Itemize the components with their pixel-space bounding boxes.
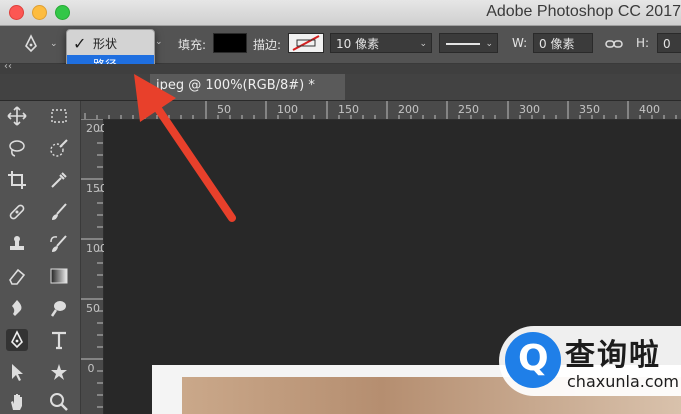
brush-tool-icon[interactable] — [48, 201, 70, 223]
ruler-label: 100 — [86, 242, 107, 255]
panel-strip: ‹‹ — [0, 61, 681, 74]
collapse-panels-icon[interactable]: ‹‹ — [4, 61, 12, 72]
watermark-url: chaxunla.com — [567, 372, 679, 391]
fill-color-swatch[interactable] — [213, 33, 247, 53]
stroke-label: 描边: — [253, 38, 282, 52]
eyedropper-tool-icon[interactable] — [48, 169, 70, 191]
quick-selection-tool-icon[interactable] — [48, 137, 70, 159]
height-label: H: — [636, 36, 650, 50]
path-selection-tool-icon[interactable] — [6, 361, 28, 383]
close-window-button[interactable] — [9, 5, 24, 20]
title-bar: Adobe Photoshop CC 2017 — [0, 0, 681, 26]
ruler-label: 400 — [639, 103, 660, 116]
stroke-color-swatch[interactable] — [288, 33, 324, 53]
mode-chevron-icon[interactable]: ⌄ — [155, 37, 163, 47]
watermark-logo-letter: Q — [518, 338, 549, 379]
dodge-tool-icon[interactable] — [48, 297, 70, 319]
pen-tool-icon[interactable] — [6, 329, 28, 351]
ruler-label: 250 — [458, 103, 479, 116]
lasso-tool-icon[interactable] — [6, 137, 28, 159]
stroke-type-chevron-icon[interactable]: ⌄ — [485, 34, 493, 54]
custom-shape-tool-icon[interactable] — [48, 361, 70, 383]
mode-option-shape[interactable]: ✓ 形状 — [67, 34, 154, 54]
move-tool-icon[interactable] — [6, 105, 28, 127]
stroke-width-chevron-icon[interactable]: ⌄ — [419, 34, 427, 54]
zoom-tool-icon[interactable] — [48, 391, 70, 413]
type-tool-icon[interactable] — [48, 329, 70, 351]
ruler-label: 50 — [217, 103, 231, 116]
ruler-label: 300 — [519, 103, 540, 116]
marquee-tool-icon[interactable] — [48, 105, 70, 127]
width-input[interactable]: 0 像素 — [533, 33, 593, 53]
hand-tool-icon[interactable] — [6, 391, 28, 413]
horizontal-ruler: 50 100 150 200 250 300 350 400 — [80, 101, 681, 120]
document-tab[interactable]: jpeg @ 100%(RGB/8#) * — [150, 74, 345, 100]
vertical-ruler: 200 150 100 50 0 — [80, 119, 107, 414]
preset-chevron-down-icon[interactable]: ⌄ — [50, 39, 58, 49]
link-dimensions-icon[interactable] — [603, 33, 625, 55]
document-tab-bar: jpeg @ 100%(RGB/8#) * — [0, 74, 681, 101]
pen-tool-preset-icon[interactable] — [20, 33, 42, 55]
crop-tool-icon[interactable] — [6, 169, 28, 191]
zoom-window-button[interactable] — [55, 5, 70, 20]
healing-brush-tool-icon[interactable] — [6, 201, 28, 223]
ruler-label: 200 — [86, 122, 107, 135]
ruler-label: 50 — [86, 302, 100, 315]
gradient-tool-icon[interactable] — [48, 265, 70, 287]
blur-tool-icon[interactable] — [6, 297, 28, 319]
watermark-text: 查询啦 — [565, 338, 661, 373]
ruler-label: 150 — [86, 182, 107, 195]
tools-panel — [0, 101, 81, 414]
clone-stamp-tool-icon[interactable] — [6, 233, 28, 255]
stroke-width-value: 10 像素 — [336, 37, 380, 51]
height-input[interactable]: 0 — [657, 33, 681, 53]
fill-label: 填充: — [178, 38, 207, 52]
minimize-window-button[interactable] — [32, 5, 47, 20]
ruler-label: 0 — [87, 362, 95, 375]
width-label: W: — [512, 36, 528, 50]
window-title: Adobe Photoshop CC 2017 — [486, 3, 681, 20]
ruler-label: 350 — [579, 103, 600, 116]
watermark-logo: Q — [505, 332, 561, 388]
stroke-type-dropdown[interactable]: ⌄ — [439, 33, 498, 53]
eraser-tool-icon[interactable] — [6, 265, 28, 287]
ruler-label: 150 — [338, 103, 359, 116]
checkmark-icon: ✓ — [73, 34, 87, 53]
stroke-width-field[interactable]: 10 像素 ⌄ — [330, 33, 432, 53]
history-brush-tool-icon[interactable] — [48, 233, 70, 255]
mode-option-shape-label: 形状 — [93, 37, 118, 51]
ruler-label: 200 — [398, 103, 419, 116]
ruler-label: 100 — [277, 103, 298, 116]
watermark: Q 查询啦 chaxunla.com — [499, 326, 681, 396]
